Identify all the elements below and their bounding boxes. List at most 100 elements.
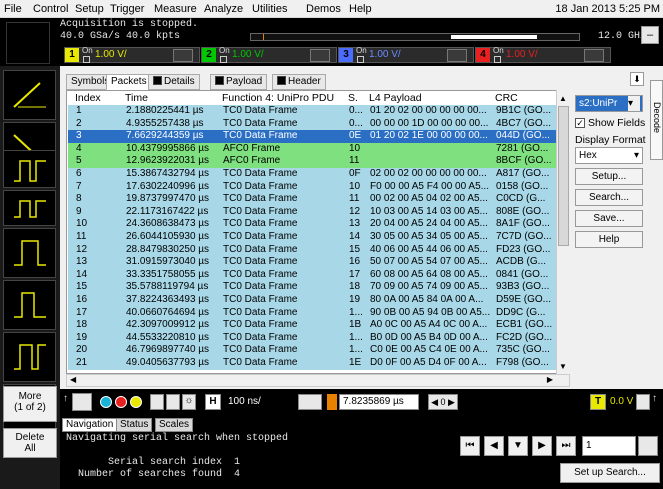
col-function[interactable]: Function 4: UniPro PDU (222, 92, 334, 104)
setup-hold-button[interactable] (3, 332, 56, 382)
scroll-down-icon[interactable]: ▼ (559, 362, 567, 371)
time-position-field[interactable]: 7.8235869 µs (339, 394, 419, 410)
col-s[interactable]: S. (348, 92, 358, 104)
table-row[interactable]: 10 24.3608638473 µs TC0 Data Frame 13 20 04 … (68, 218, 556, 231)
table-row[interactable]: 4 10.4379995866 µs AFC0 Frame 10 7281 (GO... (68, 142, 556, 156)
coupling-icon[interactable] (298, 394, 322, 410)
tab-header[interactable]: Header (272, 74, 326, 90)
channel-1-wave-icon[interactable] (173, 49, 193, 62)
delete-all-button[interactable]: Delete All (3, 428, 57, 458)
pulse-period-button[interactable] (3, 190, 56, 226)
setup-button[interactable]: Setup... (575, 168, 643, 185)
channel-2-wave-icon[interactable] (310, 49, 330, 62)
channel-3-control[interactable]: 3 On 1.00 V/ (338, 47, 474, 63)
table-row[interactable]: 1 2.1880225441 µs TC0 Data Frame 0... 01 20 … (68, 105, 556, 118)
col-index[interactable]: Index (75, 92, 101, 104)
ref-stepper[interactable] (72, 393, 92, 411)
stop-indicator-icon[interactable] (115, 396, 127, 408)
channel-3-wave-icon[interactable] (447, 49, 467, 62)
show-fields-checkbox[interactable]: ✓ Show Fields (575, 117, 645, 129)
autoscale-icon[interactable] (150, 394, 164, 410)
position-stepper[interactable]: ◀ 0 ▶ (428, 394, 458, 410)
table-row[interactable]: 20 46.7969897740 µs TC0 Data Frame 1... C0 0… (68, 344, 556, 357)
col-crc[interactable]: CRC (495, 92, 518, 104)
channel-2-control[interactable]: 2 On 1.00 V/ (201, 47, 337, 63)
index-stepper[interactable] (638, 436, 658, 456)
tab-packets[interactable]: Packets (106, 74, 152, 90)
search-index-input[interactable]: 1 (582, 436, 636, 456)
glitch-button[interactable] (3, 228, 56, 278)
table-row[interactable]: 2 4.9355257438 µs TC0 Data Frame 0... 00 00 … (68, 117, 556, 131)
table-row[interactable]: 12 28.8479830250 µs TC0 Data Frame 15 40 06 … (68, 243, 556, 257)
menu-analyze[interactable]: Analyze (204, 3, 243, 15)
table-row[interactable]: 15 35.5788119794 µs TC0 Data Frame 18 70 09 … (68, 281, 556, 294)
dock-button[interactable]: ⬇ (630, 72, 644, 86)
channel-3-checkbox[interactable] (357, 56, 364, 63)
scroll-left-icon[interactable]: ◀ (70, 375, 76, 384)
trigger-level-stepper[interactable] (636, 394, 650, 410)
table-row[interactable]: 17 40.0660764694 µs TC0 Data Frame 1... 90 0… (68, 306, 556, 320)
more-button[interactable]: More (1 of 2) (3, 386, 57, 422)
minimize-button[interactable]: – (641, 26, 659, 44)
search-button[interactable]: Search... (575, 189, 643, 206)
horizontal-icon[interactable]: H (205, 394, 221, 410)
settings-icon[interactable]: ☼ (182, 394, 196, 410)
menu-trigger[interactable]: Trigger (110, 3, 144, 15)
table-row[interactable]: 18 42.3097009912 µs TC0 Data Frame 1B A0 0C … (68, 319, 556, 332)
menu-control[interactable]: Control (33, 3, 68, 15)
menu-help[interactable]: Help (349, 3, 372, 15)
tab-details[interactable]: Details (148, 74, 200, 90)
rising-edge-trigger-button[interactable] (3, 70, 56, 120)
tab-scales[interactable]: Scales (155, 418, 194, 432)
scroll-right-icon[interactable]: ▶ (547, 375, 553, 384)
table-row[interactable]: 9 22.1173167422 µs TC0 Data Frame 12 10 03 0… (68, 205, 556, 219)
help-button[interactable]: Help (575, 231, 643, 248)
default-setup-icon[interactable] (166, 394, 180, 410)
scrollbar-thumb[interactable] (558, 106, 569, 246)
menu-measure[interactable]: Measure (154, 3, 197, 15)
table-row[interactable]: 5 12.9623922031 µs AFC0 Frame 11 8BCF (GO... (68, 155, 556, 168)
run-indicator-icon[interactable] (100, 396, 112, 408)
decode-side-tab[interactable]: Decode (650, 80, 663, 160)
save-button[interactable]: Save... (575, 210, 643, 227)
table-row[interactable]: 6 15.3867432794 µs TC0 Data Frame 0F 02 00 0… (68, 168, 556, 181)
table-row[interactable]: 16 37.8224363493 µs TC0 Data Frame 19 80 0A … (68, 294, 556, 307)
menu-setup[interactable]: Setup (75, 3, 104, 15)
menu-file[interactable]: File (4, 3, 22, 15)
channel-4-wave-icon[interactable] (584, 49, 604, 62)
table-row[interactable]: 14 33.3351758055 µs TC0 Data Frame 17 60 08 … (68, 268, 556, 282)
previous-button[interactable]: ◀ (484, 436, 504, 456)
channel-1-control[interactable]: 1 On 1.00 V/ (64, 47, 200, 63)
tab-payload[interactable]: Payload (210, 74, 268, 90)
setup-search-button[interactable]: Set up Search... (560, 463, 660, 483)
trigger-icon[interactable]: T (590, 394, 606, 410)
channel-2-checkbox[interactable] (220, 56, 227, 63)
table-row[interactable]: 3 7.6629244359 µs TC0 Data Frame 0E 01 20 02… (68, 130, 556, 143)
channel-4-control[interactable]: 4 On 1.00 V/ (475, 47, 611, 63)
table-horizontal-scrollbar[interactable]: ◀ ▶ (66, 374, 570, 387)
col-time[interactable]: Time (125, 92, 148, 104)
table-row[interactable]: 8 19.8737997470 µs TC0 Data Frame 11 00 02 0… (68, 193, 556, 206)
table-row[interactable]: 21 49.0405637793 µs TC0 Data Frame 1E D0 0F … (68, 357, 556, 370)
timebase-value[interactable]: 100 ns/ (225, 394, 291, 410)
next-button[interactable]: ▶ (532, 436, 552, 456)
table-vertical-scrollbar[interactable]: ▲ ▼ (556, 90, 570, 374)
menu-demos[interactable]: Demos (306, 3, 341, 15)
scroll-up-icon[interactable]: ▲ (559, 94, 567, 103)
col-payload[interactable]: L4 Payload (369, 92, 422, 104)
channel-4-checkbox[interactable] (494, 56, 501, 63)
runt-button[interactable] (3, 280, 56, 330)
table-row[interactable]: 11 26.6044105930 µs TC0 Data Frame 14 30 05 … (68, 231, 556, 244)
channel-1-checkbox[interactable] (83, 56, 90, 63)
menu-utilities[interactable]: Utilities (252, 3, 287, 15)
tab-navigation[interactable]: Navigation (62, 418, 118, 432)
tab-status[interactable]: Status (116, 418, 153, 432)
stop-button[interactable]: ▼ (508, 436, 528, 456)
table-row[interactable]: 7 17.6302240996 µs TC0 Data Frame 10 F0 00 0… (68, 180, 556, 194)
single-indicator-icon[interactable] (130, 396, 142, 408)
table-row[interactable]: 13 31.0915973040 µs TC0 Data Frame 16 50 07 … (68, 256, 556, 269)
table-row[interactable]: 19 44.5533220810 µs TC0 Data Frame 1... B0 0… (68, 331, 556, 345)
protocol-select[interactable]: s2:UniPr ▾ (575, 95, 643, 112)
last-button[interactable]: ⏭ (556, 436, 576, 456)
display-format-select[interactable]: Hex ▾ (575, 147, 643, 164)
